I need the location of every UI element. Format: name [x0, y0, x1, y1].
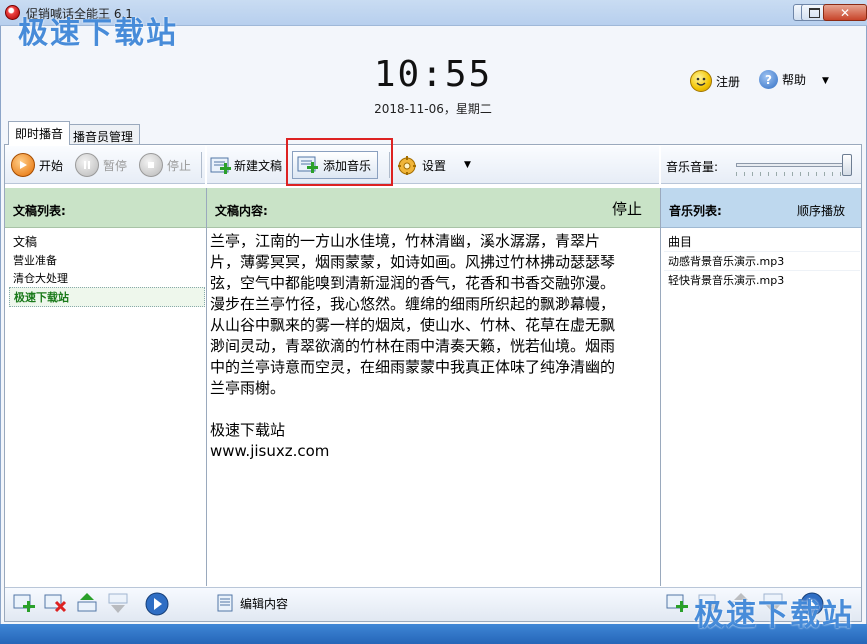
settings-button[interactable]: 设置 ▼	[396, 152, 471, 178]
clock-date: 2018-11-06，星期二	[374, 102, 492, 116]
script-content-text[interactable]: 兰亭，江南的一方山水佳境，竹林清幽，溪水潺潺，青翠片 片，薄雾冥冥，烟雨蒙蒙，如…	[210, 231, 650, 462]
script-item-1[interactable]: 清仓大处理	[9, 269, 205, 287]
toolbar-separator	[201, 152, 202, 178]
tab-instant-broadcast[interactable]: 即时播音	[8, 121, 71, 145]
watermark-logo: 极速下载站	[694, 598, 854, 633]
script-list-column-header: 文稿	[13, 235, 38, 249]
pause-icon	[75, 153, 99, 177]
edit-content-label: 编辑内容	[240, 596, 289, 611]
edit-content-button[interactable]: 编辑内容	[217, 594, 288, 612]
script-list[interactable]: 文稿 营业准备 清仓大处理 极速下载站	[9, 232, 205, 307]
close-icon: ✕	[839, 5, 851, 20]
play-mode-button[interactable]: 顺序播放	[797, 202, 845, 219]
chevron-down-icon[interactable]: ▼	[822, 76, 829, 86]
clock-time: 10:55	[373, 54, 493, 95]
add-script-icon[interactable]	[13, 592, 37, 614]
tab-announcer-management[interactable]: 播音员管理	[66, 124, 141, 144]
stop-button[interactable]: 停止	[139, 152, 191, 178]
new-script-label: 新建文稿	[234, 158, 283, 173]
edit-document-icon	[217, 594, 233, 612]
music-item-0[interactable]: 动感背景音乐演示.mp3	[664, 251, 860, 270]
volume-slider-track[interactable]	[736, 163, 852, 167]
stop-label: 停止	[167, 158, 192, 173]
help-label: 帮助	[782, 73, 807, 87]
play-script-icon[interactable]	[145, 592, 169, 616]
settings-label: 设置	[422, 158, 447, 173]
add-music-label: 添加音乐	[323, 158, 372, 173]
start-button[interactable]: 开始	[11, 152, 63, 178]
close-button[interactable]: ✕	[823, 4, 867, 21]
music-item-1[interactable]: 轻快背景音乐演示.mp3	[664, 270, 860, 289]
register-button[interactable]: 注册	[690, 70, 740, 92]
watermark-logo: 极速下载站	[18, 16, 178, 51]
smiley-icon	[690, 70, 712, 92]
pause-button[interactable]: 暂停	[75, 152, 127, 178]
move-up-icon[interactable]	[76, 592, 100, 614]
script-item-0[interactable]: 营业准备	[9, 251, 205, 269]
help-button[interactable]: ? 帮助	[759, 70, 806, 89]
chevron-down-icon: ▼	[464, 160, 471, 170]
settings-gear-icon	[396, 154, 418, 176]
play-icon	[11, 153, 35, 177]
music-list[interactable]: 曲目 动感背景音乐演示.mp3 轻快背景音乐演示.mp3	[664, 232, 860, 289]
move-down-icon[interactable]	[107, 592, 131, 614]
stop-icon	[139, 153, 163, 177]
add-music-file-icon[interactable]	[666, 592, 690, 614]
add-music-icon	[297, 155, 319, 175]
volume-slider-ticks	[736, 172, 852, 176]
toolbar-separator	[389, 152, 390, 178]
volume-slider-thumb[interactable]	[842, 154, 852, 176]
music-list-title: 音乐列表:	[669, 204, 722, 218]
add-music-button[interactable]: 添加音乐	[292, 151, 378, 179]
script-item-2[interactable]: 极速下载站	[9, 287, 205, 307]
delete-script-icon[interactable]	[44, 592, 68, 614]
register-label: 注册	[716, 74, 741, 89]
pause-label: 暂停	[103, 158, 128, 173]
start-label: 开始	[39, 158, 64, 173]
music-list-column-header: 曲目	[668, 235, 693, 249]
new-document-icon	[210, 156, 231, 174]
help-icon: ?	[759, 70, 778, 89]
maximize-icon	[809, 7, 820, 18]
new-script-button[interactable]: 新建文稿	[210, 152, 282, 178]
volume-label: 音乐音量:	[666, 160, 719, 174]
